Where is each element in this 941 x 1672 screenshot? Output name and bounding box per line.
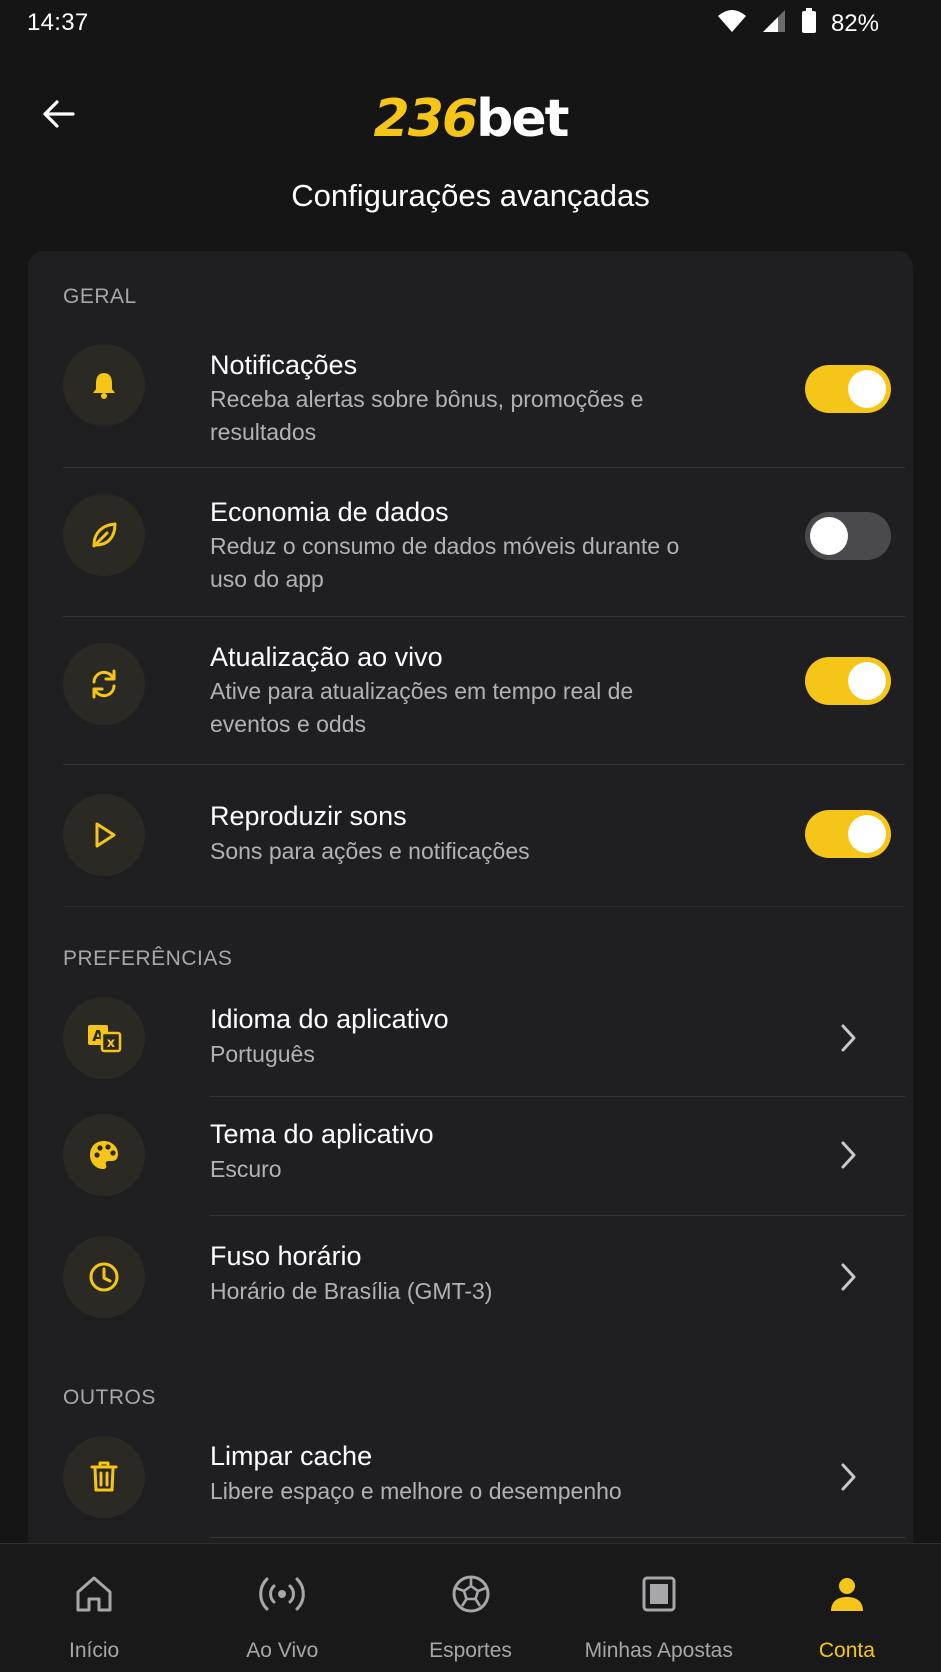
divider bbox=[63, 616, 905, 617]
ticket-icon bbox=[635, 1570, 683, 1618]
live-update-toggle[interactable] bbox=[805, 657, 891, 705]
cellular-signal-icon bbox=[761, 8, 787, 39]
chevron-right-icon bbox=[833, 1257, 863, 1297]
nav-item-ao-vivo[interactable]: Ao Vivo bbox=[188, 1544, 376, 1672]
nav-label: Início bbox=[69, 1639, 120, 1662]
setting-subtitle: Horário de Brasília (GMT-3) bbox=[210, 1278, 493, 1304]
setting-row-notifications: Notificações Receba alertas sobre bônus,… bbox=[63, 344, 905, 484]
nav-label: Minhas Apostas bbox=[584, 1639, 733, 1662]
setting-title: Fuso horário bbox=[210, 1241, 362, 1271]
setting-title: Atualização ao vivo bbox=[210, 642, 443, 672]
soccer-ball-icon bbox=[447, 1570, 495, 1618]
setting-row-data-saver: Economia de dados Reduz o consumo de dad… bbox=[63, 494, 905, 624]
divider bbox=[63, 764, 905, 765]
live-icon bbox=[258, 1570, 306, 1618]
chevron-right-icon bbox=[833, 1135, 863, 1175]
setting-subtitle: Sons para ações e notificações bbox=[210, 838, 530, 864]
divider bbox=[210, 1096, 905, 1097]
logo-word: bet bbox=[476, 89, 569, 149]
toggle-knob bbox=[810, 517, 848, 555]
setting-row-language[interactable]: A x Idioma do aplicativo Português bbox=[63, 997, 905, 1097]
setting-subtitle: Receba alertas sobre bônus, promoções e … bbox=[210, 386, 644, 445]
wifi-icon bbox=[717, 8, 747, 39]
palette-icon bbox=[63, 1114, 145, 1196]
setting-row-theme[interactable]: Tema do aplicativo Escuro bbox=[63, 1114, 905, 1214]
translate-icon: A x bbox=[63, 997, 145, 1079]
setting-title: Economia de dados bbox=[210, 497, 449, 527]
setting-row-clear-cache[interactable]: Limpar cache Libere espaço e melhore o d… bbox=[63, 1436, 905, 1536]
divider bbox=[63, 467, 905, 468]
toggle-knob bbox=[848, 662, 886, 700]
setting-subtitle: Libere espaço e melhore o desempenho bbox=[210, 1478, 622, 1504]
nav-label: Esportes bbox=[429, 1639, 512, 1662]
nav-label: Conta bbox=[818, 1639, 875, 1662]
toggle-knob bbox=[848, 815, 886, 853]
setting-title: Tema do aplicativo bbox=[210, 1119, 434, 1149]
section-label-preferencias: PREFERÊNCIAS bbox=[63, 947, 233, 970]
setting-title: Reproduzir sons bbox=[210, 801, 407, 831]
home-icon bbox=[70, 1570, 118, 1618]
leaf-icon bbox=[63, 494, 145, 576]
nav-item-inicio[interactable]: Início bbox=[0, 1544, 188, 1672]
nav-item-minhas-apostas[interactable]: Minhas Apostas bbox=[565, 1544, 753, 1672]
status-icons: 82% bbox=[717, 8, 879, 39]
divider bbox=[63, 906, 905, 907]
setting-title: Limpar cache bbox=[210, 1441, 373, 1471]
setting-title: Idioma do aplicativo bbox=[210, 1004, 449, 1034]
section-label-geral: GERAL bbox=[63, 285, 137, 308]
setting-row-sounds: Reproduzir sons Sons para ações e notifi… bbox=[63, 794, 905, 894]
divider bbox=[210, 1537, 905, 1538]
status-time: 14:37 bbox=[27, 9, 89, 36]
setting-row-live-update: Atualização ao vivo Ative para atualizaç… bbox=[63, 642, 905, 773]
status-bar: 14:37 82% bbox=[0, 0, 941, 46]
clock-icon bbox=[63, 1236, 145, 1318]
chevron-right-icon bbox=[833, 1018, 863, 1058]
battery-percentage: 82% bbox=[830, 9, 879, 37]
page-title: Configurações avançadas bbox=[291, 178, 650, 213]
refresh-icon bbox=[63, 643, 145, 725]
advanced-settings-screen: 14:37 82% 236bet Configurações avançadas… bbox=[0, 0, 941, 1672]
svg-text:x: x bbox=[107, 1036, 116, 1051]
bell-icon bbox=[63, 344, 145, 426]
setting-subtitle: Português bbox=[210, 1041, 315, 1067]
play-icon bbox=[63, 794, 145, 876]
trash-icon bbox=[63, 1436, 145, 1518]
brand-logo: 236bet bbox=[0, 84, 941, 154]
user-icon bbox=[823, 1570, 871, 1618]
toggle-knob bbox=[848, 370, 886, 408]
chevron-right-icon bbox=[833, 1457, 863, 1497]
setting-title: Notificações bbox=[210, 350, 358, 380]
settings-card: GERAL Notificações Receba alertas sobre … bbox=[28, 251, 913, 1672]
data-saver-toggle[interactable] bbox=[805, 512, 891, 560]
nav-item-esportes[interactable]: Esportes bbox=[376, 1544, 564, 1672]
bottom-navigation: Início Ao Vivo Esportes Minhas Apostas C… bbox=[0, 1543, 941, 1672]
section-label-outros: OUTROS bbox=[63, 1386, 156, 1409]
divider bbox=[210, 1215, 905, 1216]
setting-subtitle: Reduz o consumo de dados móveis durante … bbox=[210, 533, 680, 592]
setting-subtitle: Ative para atualizações em tempo real de… bbox=[210, 678, 634, 737]
nav-label: Ao Vivo bbox=[246, 1639, 319, 1662]
setting-subtitle: Escuro bbox=[210, 1156, 282, 1182]
nav-item-conta[interactable]: Conta bbox=[753, 1544, 941, 1672]
notifications-toggle[interactable] bbox=[805, 365, 891, 413]
sounds-toggle[interactable] bbox=[805, 810, 891, 858]
battery-icon bbox=[801, 8, 817, 39]
setting-row-timezone[interactable]: Fuso horário Horário de Brasília (GMT-3) bbox=[63, 1236, 905, 1336]
logo-number: 236 bbox=[373, 89, 479, 149]
